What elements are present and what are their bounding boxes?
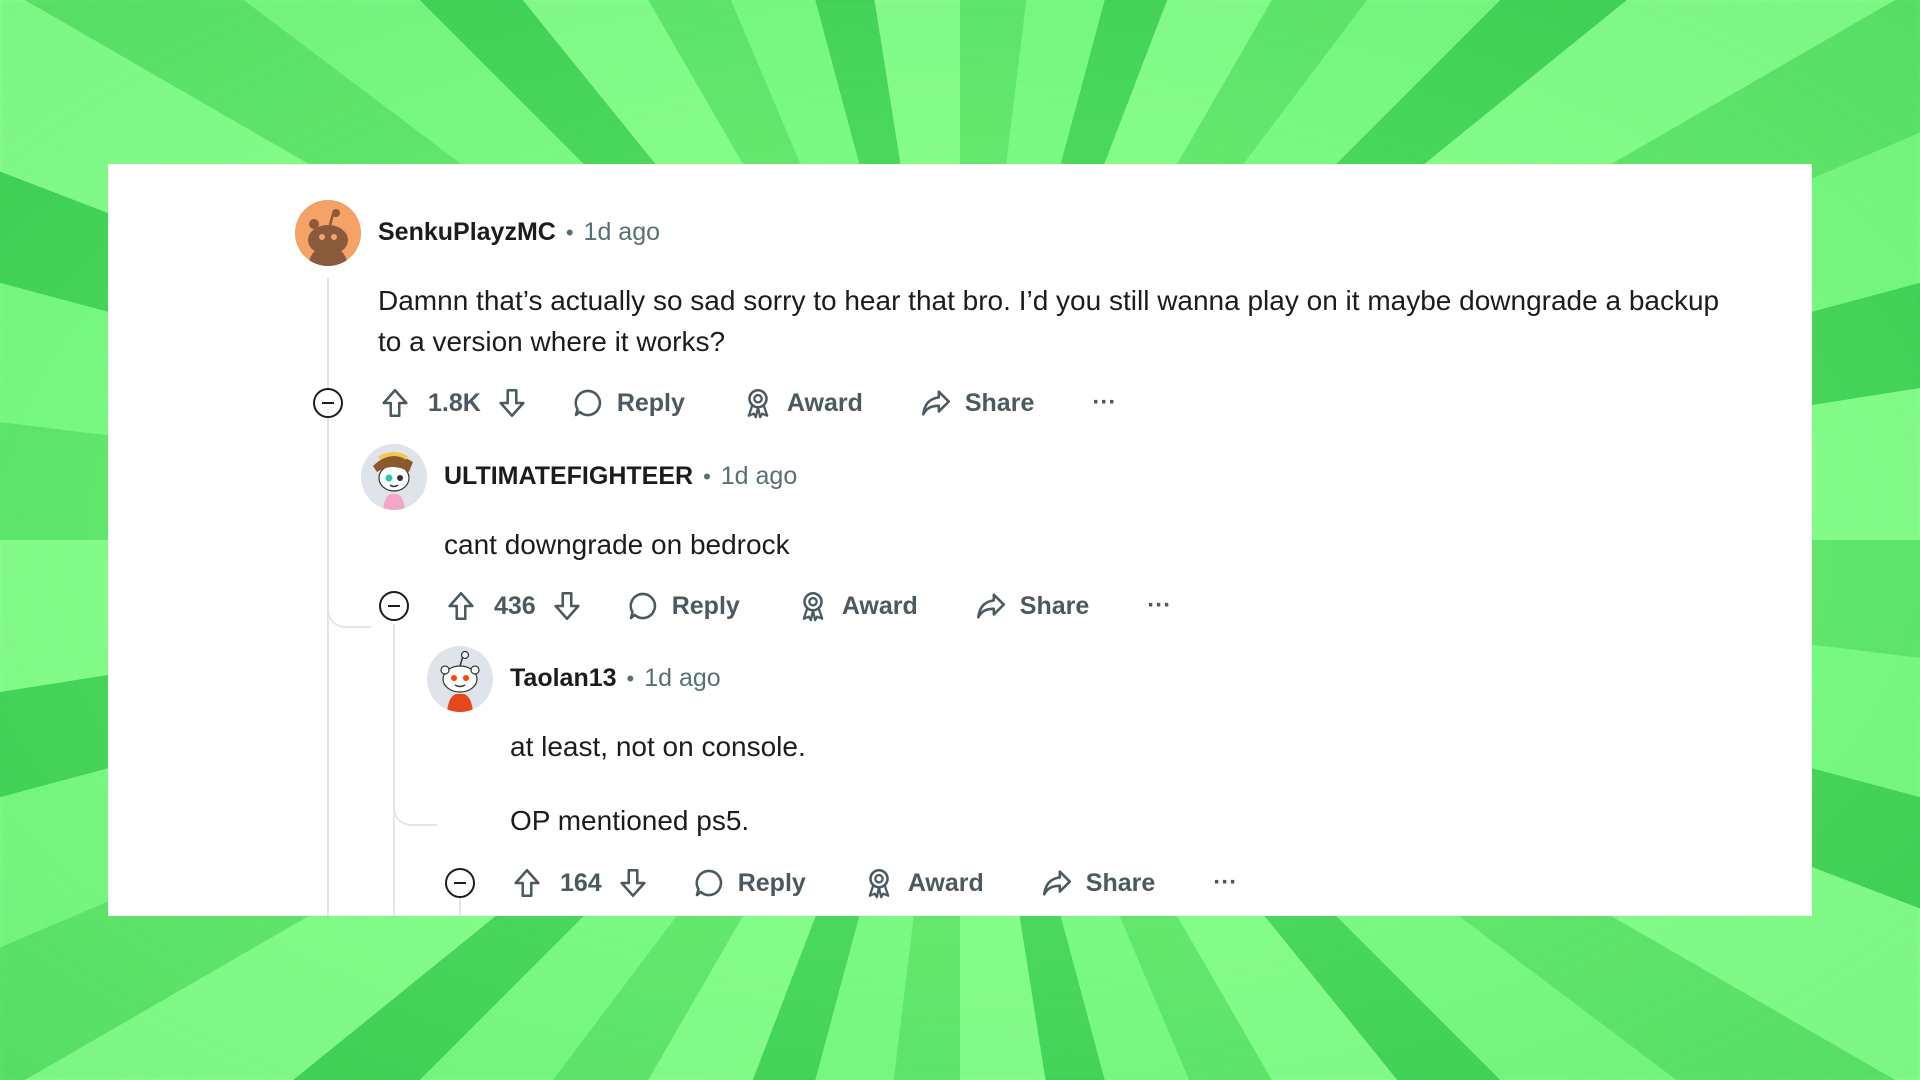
share-button[interactable]: Share	[974, 589, 1089, 623]
collapse-thread-button[interactable]	[313, 388, 343, 418]
comment-body: Damnn that’s actually so sad sorry to he…	[378, 280, 1738, 362]
award-ribbon-icon	[747, 388, 769, 419]
comment-paragraph: Damnn that’s actually so sad sorry to he…	[378, 285, 1720, 357]
snoo-avatar-icon	[361, 444, 427, 510]
comment-paragraph: at least, not on console.	[510, 731, 806, 762]
comment-header: Taolan13 • 1d ago	[510, 664, 721, 693]
timestamp[interactable]: 1d ago	[644, 664, 720, 693]
share-label: Share	[1085, 868, 1156, 897]
reply-label: Reply	[737, 868, 806, 897]
comment-body: cant downgrade on bedrock	[444, 524, 1744, 565]
snoo-avatar-icon	[427, 646, 493, 712]
award-button[interactable]: Award	[741, 386, 863, 420]
downvote-button[interactable]	[495, 386, 529, 420]
comment-paragraph: OP mentioned ps5.	[510, 805, 750, 836]
reply-button[interactable]: Reply	[571, 386, 685, 420]
comment-actions: 436 Reply Award Share ···	[444, 586, 1171, 626]
share-button[interactable]: Share	[919, 386, 1034, 420]
collapse-thread-button[interactable]	[379, 591, 409, 621]
downvote-arrow-icon	[499, 388, 525, 418]
vote-score: 164	[560, 868, 602, 897]
thread-connector-level-3	[393, 624, 437, 826]
downvote-arrow-icon	[620, 868, 646, 898]
more-options-button[interactable]: ···	[1213, 869, 1237, 897]
snoo-avatar-icon	[295, 200, 361, 266]
reply-button[interactable]: Reply	[626, 589, 740, 623]
more-options-button[interactable]: ···	[1147, 592, 1171, 620]
vote-score: 1.8K	[428, 388, 481, 417]
comment-header: SenkuPlayzMC • 1d ago	[378, 218, 660, 247]
share-label: Share	[1019, 591, 1090, 620]
downvote-button[interactable]	[616, 866, 650, 900]
share-button[interactable]: Share	[1040, 866, 1155, 900]
comment-thread-card: SenkuPlayzMC • 1d ago Damnn that’s actua…	[108, 164, 1812, 916]
reply-button[interactable]: Reply	[692, 866, 806, 900]
comment-paragraph: cant downgrade on bedrock	[444, 529, 790, 560]
timestamp[interactable]: 1d ago	[584, 218, 660, 247]
upvote-arrow-icon	[448, 591, 474, 621]
upvote-button[interactable]	[444, 589, 478, 623]
share-arrow-icon	[921, 390, 950, 416]
comment-actions: 1.8K Reply Award Share ···	[378, 383, 1116, 423]
avatar-taolan13[interactable]	[427, 646, 493, 712]
upvote-arrow-icon	[382, 388, 408, 418]
reply-label: Reply	[671, 591, 740, 620]
comment-actions: 164 Reply Award Share ···	[510, 863, 1237, 903]
username[interactable]: Taolan13	[510, 664, 617, 693]
meta-separator: •	[626, 665, 635, 691]
share-arrow-icon	[1042, 870, 1071, 896]
username[interactable]: ULTIMATEFIGHTEER	[444, 462, 693, 491]
share-label: Share	[964, 388, 1035, 417]
award-button[interactable]: Award	[862, 866, 984, 900]
award-ribbon-icon	[868, 868, 890, 899]
comment-header: ULTIMATEFIGHTEER • 1d ago	[444, 462, 797, 491]
downvote-button[interactable]	[550, 589, 584, 623]
upvote-button[interactable]	[510, 866, 544, 900]
meta-separator: •	[703, 463, 711, 489]
award-ribbon-icon	[802, 591, 824, 622]
collapse-thread-button[interactable]	[445, 868, 475, 898]
vote-score: 436	[494, 591, 536, 620]
comment-bubble-icon	[574, 389, 601, 417]
award-button[interactable]: Award	[796, 589, 918, 623]
reply-label: Reply	[616, 388, 685, 417]
username[interactable]: SenkuPlayzMC	[378, 218, 556, 247]
award-label: Award	[786, 388, 863, 417]
timestamp[interactable]: 1d ago	[721, 462, 797, 491]
downvote-arrow-icon	[554, 591, 580, 621]
avatar-senkuplayzmc[interactable]	[295, 200, 361, 266]
meta-separator: •	[565, 219, 574, 245]
comment-body: at least, not on console. OP mentioned p…	[510, 726, 1750, 841]
upvote-button[interactable]	[378, 386, 412, 420]
share-arrow-icon	[976, 593, 1005, 619]
avatar-ultimatefighteer[interactable]	[361, 444, 427, 510]
more-options-button[interactable]: ···	[1092, 389, 1116, 417]
award-label: Award	[907, 868, 984, 897]
comment-bubble-icon	[695, 869, 722, 897]
upvote-arrow-icon	[514, 868, 540, 898]
award-label: Award	[841, 591, 918, 620]
comment-bubble-icon	[629, 592, 656, 620]
